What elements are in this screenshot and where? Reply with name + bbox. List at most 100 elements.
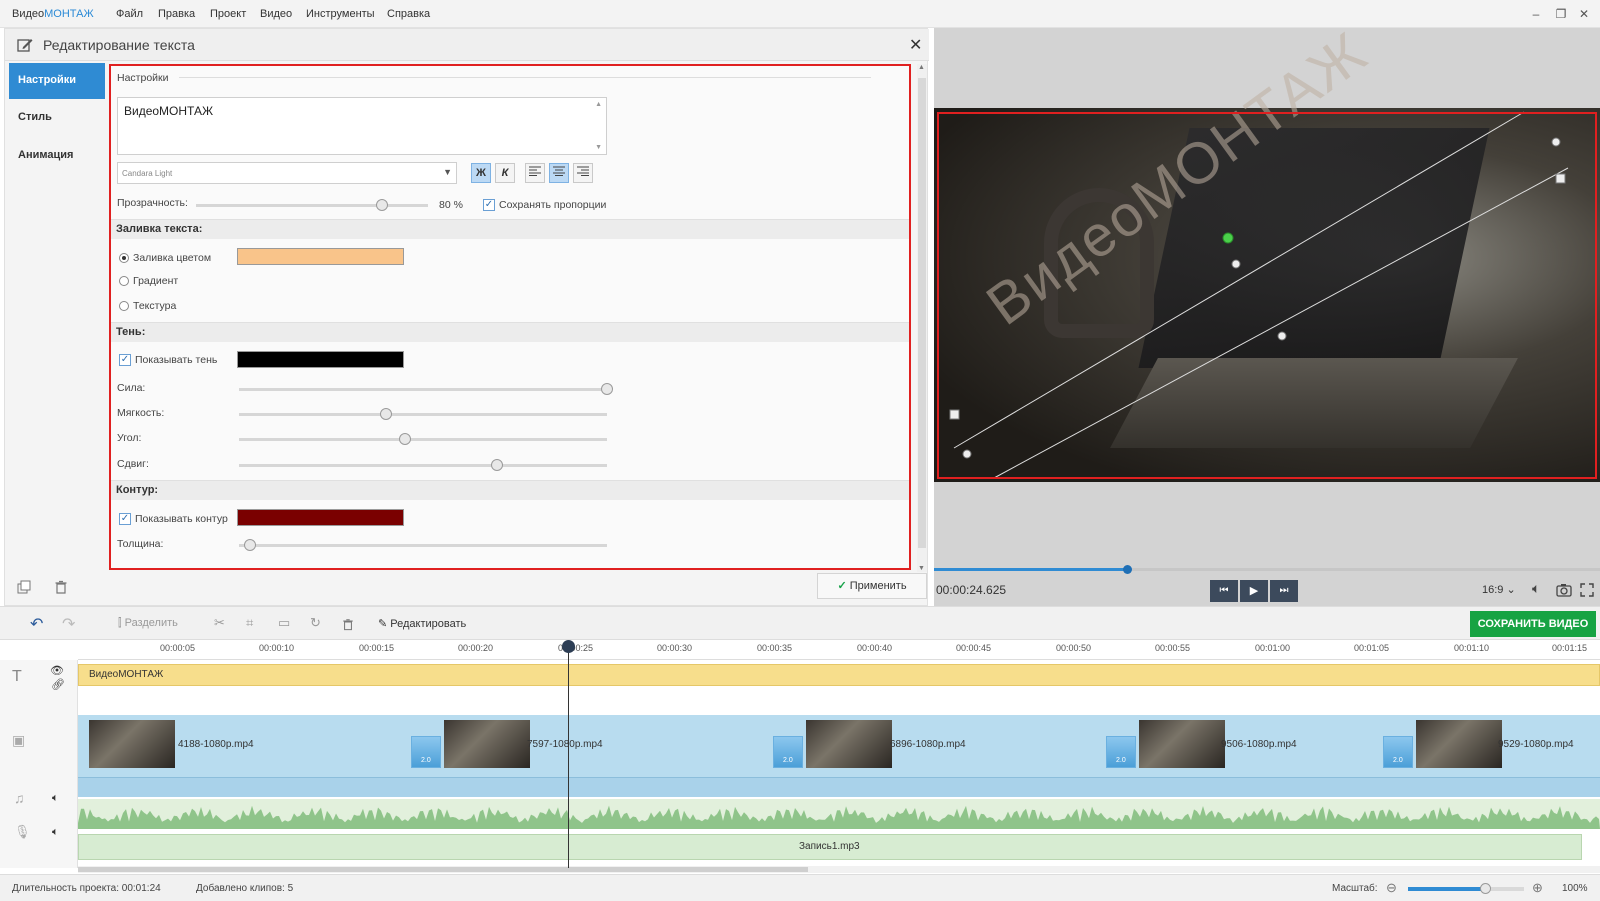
tab-settings[interactable]: Настройки bbox=[9, 63, 105, 99]
duplicate-icon[interactable] bbox=[17, 580, 31, 594]
menu-project[interactable]: Проект bbox=[210, 8, 246, 20]
delete-icon[interactable] bbox=[342, 618, 354, 631]
clip-thumbnail[interactable] bbox=[444, 720, 530, 768]
close-editor-icon[interactable]: ✕ bbox=[909, 35, 922, 55]
shadow-strength-knob[interactable] bbox=[601, 383, 613, 395]
align-center-button[interactable] bbox=[549, 163, 569, 183]
playhead[interactable] bbox=[562, 640, 575, 868]
link-icon[interactable]: 🔗︎ bbox=[51, 678, 65, 691]
show-shadow-checkbox[interactable]: ✓ bbox=[119, 354, 131, 366]
menu-help[interactable]: Справка bbox=[387, 8, 430, 20]
menu-edit[interactable]: Правка bbox=[158, 8, 195, 20]
tab-style[interactable]: Стиль bbox=[9, 100, 105, 136]
frame-icon[interactable]: ▭ bbox=[278, 615, 290, 631]
music-track[interactable] bbox=[78, 799, 1600, 829]
clip-thumbnail[interactable] bbox=[89, 720, 175, 768]
camera-icon[interactable] bbox=[1556, 583, 1572, 597]
prev-frame-button[interactable]: ⏮ bbox=[1210, 580, 1238, 602]
close-window-icon[interactable]: ✕ bbox=[1576, 6, 1592, 22]
next-frame-button[interactable]: ⏭ bbox=[1270, 580, 1298, 602]
trash-icon[interactable] bbox=[54, 580, 68, 594]
scroll-up-icon[interactable]: ▲ bbox=[918, 64, 925, 71]
zoom-slider-knob[interactable] bbox=[1480, 883, 1491, 894]
split-icon: ⫿ bbox=[118, 617, 122, 629]
voice-volume-icon[interactable]: 🔈︎ bbox=[52, 826, 59, 839]
outline-color-swatch[interactable] bbox=[237, 509, 404, 526]
shadow-angle-slider[interactable] bbox=[239, 433, 607, 445]
align-left-button[interactable] bbox=[525, 163, 545, 183]
project-duration: Длительность проекта: 00:01:24 bbox=[12, 883, 161, 894]
save-video-button[interactable]: СОХРАНИТЬ ВИДЕО bbox=[1470, 611, 1596, 637]
text-input[interactable]: ВидеоМОНТАЖ ▲ ▼ bbox=[117, 97, 607, 155]
scroll-down-icon[interactable]: ▼ bbox=[595, 144, 602, 151]
fill-color-radio[interactable] bbox=[119, 253, 129, 263]
text-track-clip[interactable]: ВидеоМОНТАЖ bbox=[78, 664, 1600, 686]
aspect-select[interactable]: 16:9 ⌄ bbox=[1482, 583, 1516, 596]
font-select[interactable]: Candara Light ▼ bbox=[117, 162, 457, 184]
menu-file[interactable]: Файл bbox=[116, 8, 143, 20]
clip-name: 9529-1080p.mp4 bbox=[1498, 739, 1574, 750]
texture-radio[interactable] bbox=[119, 301, 129, 311]
menu-tools[interactable]: Инструменты bbox=[306, 8, 375, 20]
opacity-slider-knob[interactable] bbox=[375, 199, 388, 211]
zoom-out-icon[interactable]: ⊖ bbox=[1386, 880, 1397, 896]
shadow-softness-slider[interactable] bbox=[239, 408, 607, 420]
scrollbar-thumb[interactable] bbox=[918, 78, 926, 548]
show-outline-checkbox[interactable]: ✓ bbox=[119, 513, 131, 525]
fullscreen-icon[interactable] bbox=[1580, 583, 1594, 597]
timeline-scroll-thumb[interactable] bbox=[78, 867, 808, 872]
opacity-slider[interactable] bbox=[196, 199, 428, 211]
zoom-slider[interactable] bbox=[1408, 883, 1524, 894]
crop-icon[interactable]: ⌗ bbox=[246, 615, 253, 631]
apply-button[interactable]: ✓ Применить bbox=[817, 573, 927, 599]
zoom-value: 100% bbox=[1562, 883, 1588, 894]
rotate-icon[interactable]: ↻ bbox=[310, 615, 321, 631]
align-left-icon bbox=[529, 166, 541, 176]
play-button[interactable]: ▶ bbox=[1240, 580, 1268, 602]
transition-icon[interactable]: 2.0 bbox=[1383, 736, 1413, 768]
maximize-icon[interactable]: ❐ bbox=[1553, 6, 1569, 22]
scroll-down-icon[interactable]: ▼ bbox=[918, 565, 925, 572]
transition-icon[interactable]: 2.0 bbox=[411, 736, 441, 768]
zoom-in-icon[interactable]: ⊕ bbox=[1532, 880, 1543, 896]
shadow-strength-slider[interactable] bbox=[239, 383, 613, 395]
clip-thumbnail[interactable] bbox=[806, 720, 892, 768]
menu-video[interactable]: Видео bbox=[260, 8, 292, 20]
eye-icon[interactable]: 👁︎ bbox=[50, 664, 64, 677]
outline-thickness-knob[interactable] bbox=[244, 539, 257, 551]
music-volume-icon[interactable]: 🔈︎ bbox=[52, 792, 59, 805]
minimize-icon[interactable]: – bbox=[1528, 6, 1544, 22]
preview-progress[interactable] bbox=[934, 565, 1600, 574]
video-highlight-frame bbox=[937, 112, 1597, 479]
playhead-knob[interactable] bbox=[562, 640, 575, 653]
volume-icon[interactable]: 🔈︎ bbox=[1532, 580, 1540, 597]
panel-scrollbar[interactable]: ▲ ▼ bbox=[917, 64, 927, 572]
italic-button[interactable]: К bbox=[495, 163, 515, 183]
undo-icon[interactable]: ↶ bbox=[30, 614, 43, 634]
bold-button[interactable]: Ж bbox=[471, 163, 491, 183]
clip-thumbnail[interactable] bbox=[1416, 720, 1502, 768]
shadow-angle-knob[interactable] bbox=[398, 433, 411, 445]
clip-thumbnail[interactable] bbox=[1139, 720, 1225, 768]
gradient-radio[interactable] bbox=[119, 276, 129, 286]
edit-button[interactable]: ✎ Редактировать bbox=[378, 617, 466, 630]
shadow-color-swatch[interactable] bbox=[237, 351, 404, 368]
transition-icon[interactable]: 2.0 bbox=[773, 736, 803, 768]
shadow-offset-slider[interactable] bbox=[239, 459, 607, 471]
align-right-button[interactable] bbox=[573, 163, 593, 183]
shadow-softness-knob[interactable] bbox=[380, 408, 393, 420]
shadow-offset-knob[interactable] bbox=[490, 459, 503, 471]
redo-icon[interactable]: ↷ bbox=[62, 614, 75, 634]
timeline-ruler[interactable]: 00:00:05 00:00:10 00:00:15 00:00:20 00:0… bbox=[78, 640, 1600, 660]
tab-animation[interactable]: Анимация bbox=[9, 138, 105, 174]
clips-count: Добавлено клипов: 5 bbox=[196, 883, 294, 894]
voice-track-clip[interactable]: Запись1.mp3 bbox=[78, 834, 1582, 860]
split-button[interactable]: ⫿ Разделить bbox=[118, 617, 178, 630]
fill-color-swatch[interactable] bbox=[237, 248, 404, 265]
cut-icon[interactable]: ✂ bbox=[214, 615, 225, 631]
outline-thickness-slider[interactable] bbox=[239, 539, 607, 551]
keep-ratio-checkbox[interactable]: ✓ bbox=[483, 199, 495, 211]
transition-icon[interactable]: 2.0 bbox=[1106, 736, 1136, 768]
scroll-up-icon[interactable]: ▲ bbox=[595, 101, 602, 108]
timeline-scrollbar[interactable] bbox=[78, 866, 1600, 873]
